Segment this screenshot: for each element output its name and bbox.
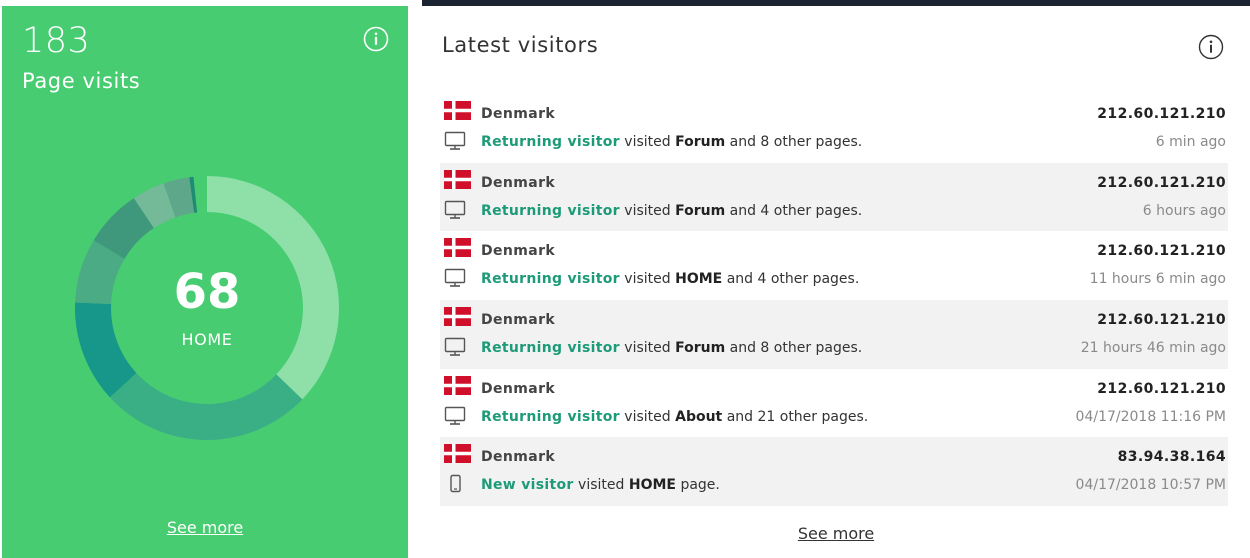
visitor-type-link[interactable]: Returning visitor: [481, 134, 620, 150]
other-pages-text: and 8 other pages.: [729, 134, 863, 150]
denmark-flag-icon: [444, 101, 471, 120]
visitor-description: Returning visitor visited Forum and 4 ot…: [481, 202, 862, 220]
visitor-type-link[interactable]: Returning visitor: [481, 409, 620, 425]
visitor-ip: 83.94.38.164: [1117, 449, 1226, 466]
donut-center-value: 68: [173, 264, 241, 320]
visitor-ip: 212.60.121.210: [1097, 106, 1226, 122]
denmark-flag-icon: [444, 307, 471, 327]
donut-segment-1[interactable]: [109, 373, 303, 440]
visited-text: visited: [624, 134, 671, 150]
visitor-row[interactable]: Denmark 212.60.121.210 Returning visitor…: [440, 369, 1228, 438]
desktop-icon: [444, 406, 466, 425]
visited-text: visited: [624, 202, 671, 219]
visitor-type-link[interactable]: Returning visitor: [481, 271, 620, 287]
visited-text: visited: [624, 271, 671, 288]
other-pages-text: and 4 other pages.: [726, 271, 860, 288]
desktop-icon: [444, 269, 466, 288]
visit-time: 6 min ago: [1155, 134, 1226, 150]
visitor-row[interactable]: Denmark 212.60.121.210 Returning visitor…: [440, 162, 1228, 232]
visitor-country: Denmark: [481, 449, 556, 466]
visited-text: visited: [624, 408, 671, 425]
denmark-flag-icon: [444, 238, 471, 258]
visitor-description: Returning visitor visited About and 21 o…: [481, 408, 868, 426]
denmark-flag-icon: [444, 375, 471, 395]
visitor-description: Returning visitor visited Forum and 8 ot…: [481, 133, 862, 151]
visitor-country: Denmark: [481, 174, 556, 191]
visitor-ip: 212.60.121.210: [1097, 380, 1226, 397]
visitor-type-link[interactable]: New visitor: [481, 477, 574, 493]
donut-center-label: HOME: [181, 330, 233, 349]
page-visits-card: 183 Page visits 68 HOME See more: [2, 6, 408, 558]
visitor-ip: 212.60.121.210: [1097, 312, 1226, 329]
visited-page: Forum: [675, 202, 726, 219]
visited-page: Forum: [675, 134, 726, 150]
visit-time: 21 hours 46 min ago: [1080, 340, 1226, 357]
denmark-flag-icon: [444, 169, 471, 189]
visit-time: 04/17/2018 11:16 PM: [1075, 408, 1226, 425]
page-visits-title: Page visits: [22, 69, 141, 93]
page-visits-count: 183: [22, 21, 91, 61]
page-visits-see-more-link[interactable]: See more: [2, 518, 408, 538]
visitor-description: Returning visitor visited Forum and 8 ot…: [481, 339, 862, 357]
latest-visitors-title: Latest visitors: [442, 33, 599, 57]
visitor-row[interactable]: Denmark 212.60.121.210 Returning visitor…: [440, 300, 1228, 369]
info-icon[interactable]: [1198, 34, 1224, 60]
visitor-description: New visitor visited HOME page.: [481, 476, 720, 494]
visitor-row[interactable]: Denmark 83.94.38.164 New visitor visited…: [440, 437, 1228, 507]
other-pages-text: and 8 other pages.: [729, 340, 863, 357]
desktop-icon: [444, 131, 466, 150]
visitor-country: Denmark: [481, 380, 556, 397]
visitor-description: Returning visitor visited HOME and 4 oth…: [481, 270, 859, 288]
denmark-flag-icon: [444, 444, 471, 464]
visitor-row[interactable]: Denmark 212.60.121.210 Returning visitor…: [440, 231, 1228, 300]
visitor-row[interactable]: Denmark 212.60.121.210 Returning visitor…: [440, 94, 1228, 163]
visited-text: visited: [624, 340, 671, 357]
visitor-list: Denmark 212.60.121.210 Returning visitor…: [440, 94, 1228, 507]
visitor-country: Denmark: [481, 312, 556, 329]
other-pages-text: and 21 other pages.: [726, 408, 869, 425]
page-visits-donut-chart: 68 HOME: [73, 174, 341, 442]
visited-page: HOME: [675, 271, 723, 288]
visitor-type-link[interactable]: Returning visitor: [481, 340, 620, 356]
visitor-country: Denmark: [481, 243, 556, 260]
visit-time: 6 hours ago: [1142, 202, 1226, 219]
visitor-ip: 212.60.121.210: [1097, 174, 1226, 191]
other-pages-text: page.: [680, 477, 720, 494]
visit-time: 11 hours 6 min ago: [1089, 271, 1226, 288]
visited-page: Forum: [675, 340, 726, 357]
desktop-icon: [444, 337, 466, 356]
visitor-type-link[interactable]: Returning visitor: [481, 203, 620, 219]
visitor-country: Denmark: [481, 106, 556, 122]
mobile-icon: [450, 475, 461, 493]
visitor-ip: 212.60.121.210: [1097, 243, 1226, 260]
visited-page: HOME: [628, 477, 676, 494]
visit-time: 04/17/2018 10:57 PM: [1075, 477, 1226, 494]
other-pages-text: and 4 other pages.: [729, 202, 863, 219]
visited-text: visited: [578, 477, 625, 494]
info-icon[interactable]: [363, 26, 389, 52]
latest-visitors-see-more-link[interactable]: See more: [422, 524, 1250, 544]
latest-visitors-card: Latest visitors Denmark 212.60.121.210 R…: [422, 0, 1250, 558]
visited-page: About: [675, 408, 723, 425]
desktop-icon: [444, 200, 466, 219]
